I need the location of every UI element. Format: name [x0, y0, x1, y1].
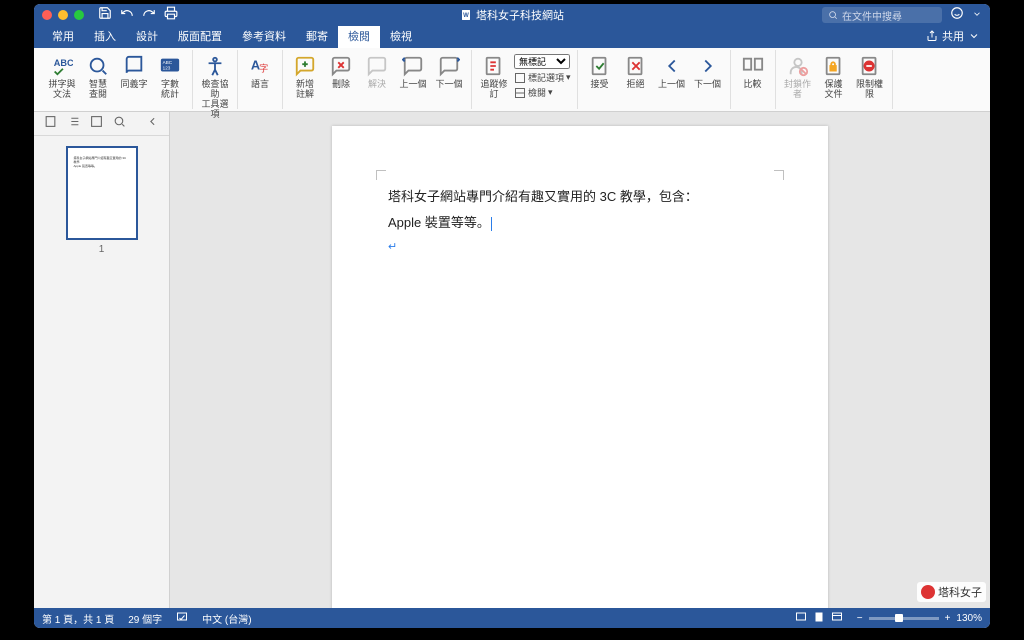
zoom-level[interactable]: 130% — [956, 613, 982, 624]
thumbnail-page-number: 1 — [99, 244, 105, 255]
redo-icon[interactable] — [142, 6, 156, 25]
tab-references[interactable]: 參考資料 — [232, 24, 296, 48]
tab-home[interactable]: 常用 — [42, 24, 84, 48]
spellcheck-status-icon[interactable] — [176, 611, 188, 626]
zoom-control[interactable]: − + 130% — [857, 613, 982, 624]
spelling-button[interactable]: ABC拼字與 文法 — [46, 52, 78, 100]
close-window-button[interactable] — [42, 10, 52, 20]
share-button[interactable]: 共用 — [916, 24, 990, 48]
document-paragraph[interactable]: 塔科女子網站專門介紹有趣又實用的 3C 教學，包含： — [388, 184, 772, 210]
page-thumbnail[interactable]: 塔科女子網站專門介紹有趣又實用的 3C 教學Apple 裝置等等。 — [66, 146, 138, 240]
navigation-pane: 塔科女子網站專門介紹有趣又實用的 3C 教學Apple 裝置等等。 1 — [34, 112, 170, 608]
word-count[interactable]: 29 個字 — [128, 611, 162, 626]
block-authors-button: 封鎖作者 — [782, 52, 814, 100]
zoom-out-icon[interactable]: − — [857, 613, 863, 624]
page-count[interactable]: 第 1 頁，共 1 頁 — [42, 611, 114, 626]
status-bar: 第 1 頁，共 1 頁 29 個字 中文 (台灣) − + 130% — [34, 608, 990, 628]
print-layout-icon[interactable] — [813, 611, 825, 626]
minimize-window-button[interactable] — [58, 10, 68, 20]
thumbnails-tab-icon[interactable] — [44, 115, 57, 133]
review-pane-button[interactable]: 檢閱 ▾ — [514, 86, 571, 99]
document-title: W 塔科女子科技網站 — [460, 7, 564, 23]
text-cursor — [491, 217, 492, 231]
save-icon[interactable] — [98, 6, 112, 25]
tab-mailings[interactable]: 郵寄 — [296, 24, 338, 48]
smart-lookup-button[interactable]: 智慧 查閱 — [82, 52, 114, 100]
language-status[interactable]: 中文 (台灣) — [202, 611, 251, 626]
search-icon — [828, 10, 838, 20]
ribbon-tabs: 常用 插入 設計 版面配置 參考資料 郵寄 檢閱 檢視 共用 — [34, 26, 990, 48]
reject-button[interactable]: 拒絕 — [620, 52, 652, 90]
track-changes-button[interactable]: 追蹤修訂 — [478, 52, 510, 100]
markup-options-button[interactable]: 標記選項 ▾ — [514, 71, 571, 84]
maximize-window-button[interactable] — [74, 10, 84, 20]
protect-document-button[interactable]: 保護 文件 — [818, 52, 850, 100]
search-input[interactable]: 在文件中搜尋 — [822, 7, 942, 23]
language-button[interactable]: A字語言 — [244, 52, 276, 90]
word-doc-icon: W — [460, 9, 472, 21]
restrict-permission-button[interactable]: 限制權限 — [854, 52, 886, 100]
svg-text:ABC: ABC — [54, 58, 73, 68]
web-layout-icon[interactable] — [831, 611, 843, 626]
close-pane-icon[interactable] — [146, 115, 159, 133]
paragraph-mark: ↵ — [388, 236, 772, 258]
svg-text:W: W — [463, 13, 469, 19]
markup-display-select[interactable]: 無標記 — [514, 54, 570, 69]
previous-comment-button[interactable]: 上一個 — [397, 52, 429, 90]
outline-tab-icon[interactable] — [67, 115, 80, 133]
print-icon[interactable] — [164, 6, 178, 25]
share-icon — [926, 30, 938, 42]
thesaurus-button[interactable]: 同義字 — [118, 52, 150, 90]
word-count-button[interactable]: ABC123字數 統計 — [154, 52, 186, 100]
zoom-slider[interactable] — [869, 617, 939, 620]
svg-text:字: 字 — [259, 63, 268, 74]
delete-comment-button[interactable]: 刪除 — [325, 52, 357, 90]
chevron-down-icon[interactable] — [972, 6, 982, 24]
previous-change-button[interactable]: 上一個 — [656, 52, 688, 90]
svg-text:ABC: ABC — [163, 60, 173, 65]
tab-review[interactable]: 檢閱 — [338, 24, 380, 48]
search-tab-icon[interactable] — [113, 115, 126, 133]
next-comment-button[interactable]: 下一個 — [433, 52, 465, 90]
document-paragraph[interactable]: Apple 裝置等等。 — [388, 210, 772, 236]
feedback-icon[interactable] — [950, 6, 964, 25]
title-bar: W 塔科女子科技網站 在文件中搜尋 — [34, 4, 990, 26]
ribbon: ABC拼字與 文法 智慧 查閱 同義字 ABC123字數 統計 檢查協助 工具選… — [34, 48, 990, 112]
accessibility-check-button[interactable]: 檢查協助 工具選項 — [199, 52, 231, 120]
find-tab-icon[interactable] — [90, 115, 103, 133]
next-change-button[interactable]: 下一個 — [692, 52, 724, 90]
watermark: 塔科女子 — [917, 582, 986, 602]
focus-view-icon[interactable] — [795, 611, 807, 626]
chevron-down-icon — [968, 30, 980, 42]
undo-icon[interactable] — [120, 6, 134, 25]
document-canvas[interactable]: 塔科女子網站專門介紹有趣又實用的 3C 教學，包含： Apple 裝置等等。 ↵ — [170, 112, 990, 608]
tab-design[interactable]: 設計 — [126, 24, 168, 48]
new-comment-button[interactable]: 新增 註解 — [289, 52, 321, 100]
svg-text:123: 123 — [163, 66, 171, 71]
window-controls — [42, 10, 84, 20]
document-page[interactable]: 塔科女子網站專門介紹有趣又實用的 3C 教學，包含： Apple 裝置等等。 ↵ — [332, 126, 828, 608]
tab-insert[interactable]: 插入 — [84, 24, 126, 48]
resolve-comment-button: 解決 — [361, 52, 393, 90]
quick-access-toolbar — [98, 6, 178, 25]
tab-layout[interactable]: 版面配置 — [168, 24, 232, 48]
accept-button[interactable]: 接受 — [584, 52, 616, 90]
tab-view[interactable]: 檢視 — [380, 24, 422, 48]
compare-button[interactable]: 比較 — [737, 52, 769, 90]
zoom-in-icon[interactable]: + — [945, 613, 951, 624]
